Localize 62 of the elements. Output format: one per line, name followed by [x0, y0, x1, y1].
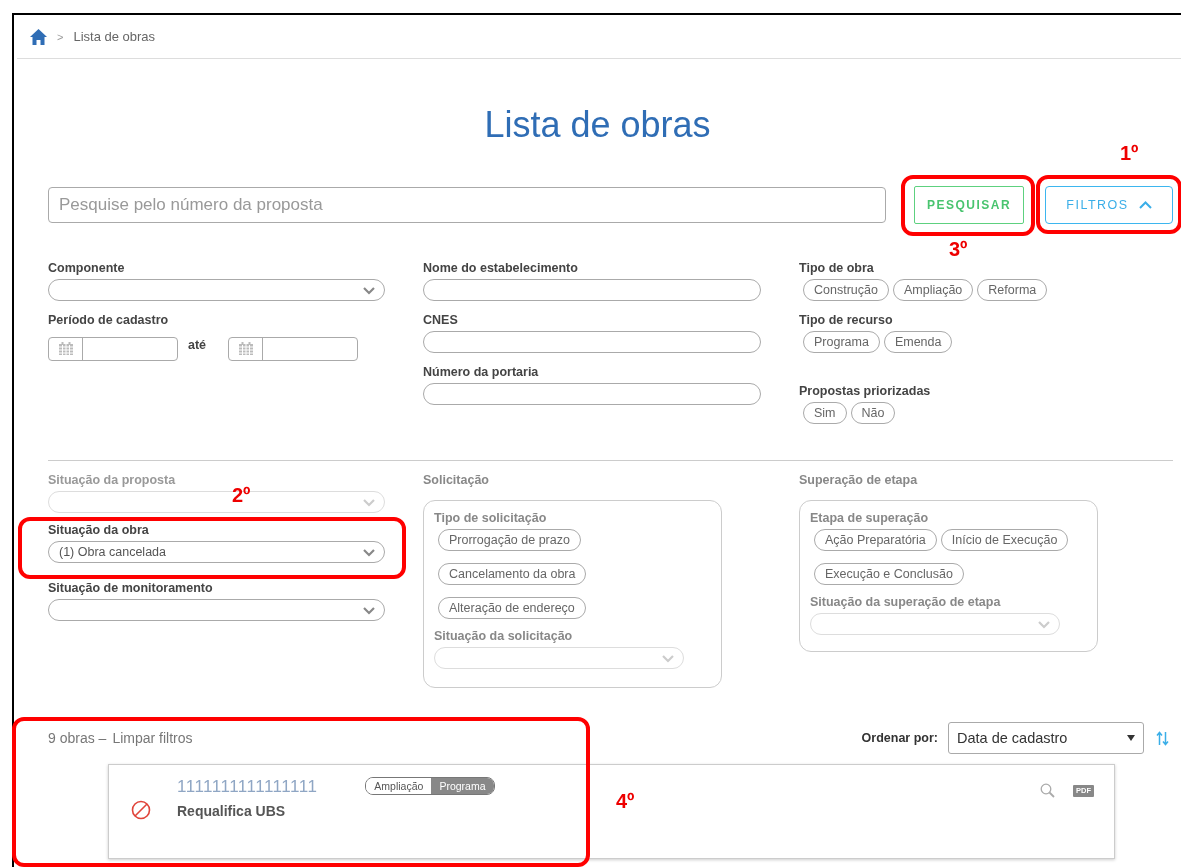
chevron-down-icon [1037, 619, 1051, 629]
field-label: Componente [48, 261, 126, 275]
filter-chip[interactable]: Prorrogação de prazo [438, 529, 581, 551]
field-label: Período de cadastro [48, 313, 170, 327]
section-title: Superação de etapa [799, 473, 919, 487]
clear-filters-link[interactable]: Limpar filtros [112, 730, 193, 746]
filter-chip[interactable]: Reforma [977, 279, 1048, 301]
sort-direction-icon[interactable] [1156, 730, 1169, 746]
step-label: 2º [232, 484, 251, 507]
chevron-up-icon [1138, 201, 1152, 209]
filter-chip[interactable]: Não [850, 402, 896, 424]
section-title: Solicitação [423, 473, 490, 487]
filter-chip[interactable]: Execução e Conclusão [814, 563, 964, 585]
filter-chip[interactable]: Programa [803, 331, 880, 353]
proposal-number: 1111111111111111 [177, 777, 318, 797]
breadcrumb-separator: > [57, 30, 64, 43]
field-label: Número da portaria [423, 365, 540, 379]
date-field[interactable] [228, 337, 359, 361]
date-field[interactable] [48, 337, 178, 361]
date-separator: até [188, 338, 207, 352]
field-label: Situação da obra [48, 523, 150, 537]
page-title: Lista de obras [483, 103, 712, 147]
filter-chip[interactable]: Alteração de endereço [438, 597, 586, 619]
search-icon[interactable] [1040, 783, 1055, 798]
home-icon[interactable] [30, 28, 47, 45]
filter-chip[interactable]: Início de Execução [940, 529, 1069, 551]
sort-select[interactable]: Data de cadastro [948, 722, 1144, 754]
filter-chip[interactable]: Emenda [883, 331, 953, 353]
field-label: Etapa de superação [810, 511, 930, 525]
field-label: Tipo de recurso [799, 313, 894, 327]
chevron-down-icon [362, 285, 376, 295]
field-label: Propostas priorizadas [799, 384, 932, 398]
calendar-icon [237, 342, 254, 356]
field-label: Situação da superação de etapa [810, 595, 1002, 609]
field-label: Nome do estabelecimento [423, 261, 579, 275]
chevron-down-icon [661, 653, 675, 663]
filter-chip[interactable]: Cancelamento da obra [438, 563, 587, 585]
filter-chip[interactable]: Ampliação [892, 279, 974, 301]
chevron-down-icon [362, 605, 376, 615]
calendar-icon [57, 342, 74, 356]
breadcrumb-item[interactable]: Lista de obras [73, 29, 156, 44]
filter-chip[interactable]: Sim [803, 402, 847, 424]
chevron-down-icon [362, 497, 376, 507]
field-label: Situação da solicitação [434, 629, 574, 643]
filter-chip[interactable]: Construção [803, 279, 889, 301]
step-label: 1º [1120, 142, 1139, 165]
step-label: 3º [949, 238, 968, 261]
search-field[interactable]: Pesquise pelo número da proposta [48, 187, 886, 223]
step-label: 4º [616, 790, 635, 813]
filter-chip[interactable]: Ação Preparatória [814, 529, 937, 551]
prohibited-icon [131, 800, 151, 820]
field-label: Tipo de solicitação [434, 511, 548, 525]
field-label: CNES [423, 313, 459, 327]
tag: Programa [431, 778, 494, 794]
dropdown-arrow-icon [1127, 735, 1135, 741]
field-label: Situação da proposta [48, 473, 177, 487]
field-label: Situação de monitoramento [48, 581, 214, 595]
result-count: 9 obras – [48, 730, 107, 746]
chevron-down-icon [362, 547, 376, 557]
work-name: Requalifica UBS [177, 803, 287, 819]
sort-label: Ordenar por: [861, 731, 938, 745]
field-label: Tipo de obra [799, 261, 875, 275]
